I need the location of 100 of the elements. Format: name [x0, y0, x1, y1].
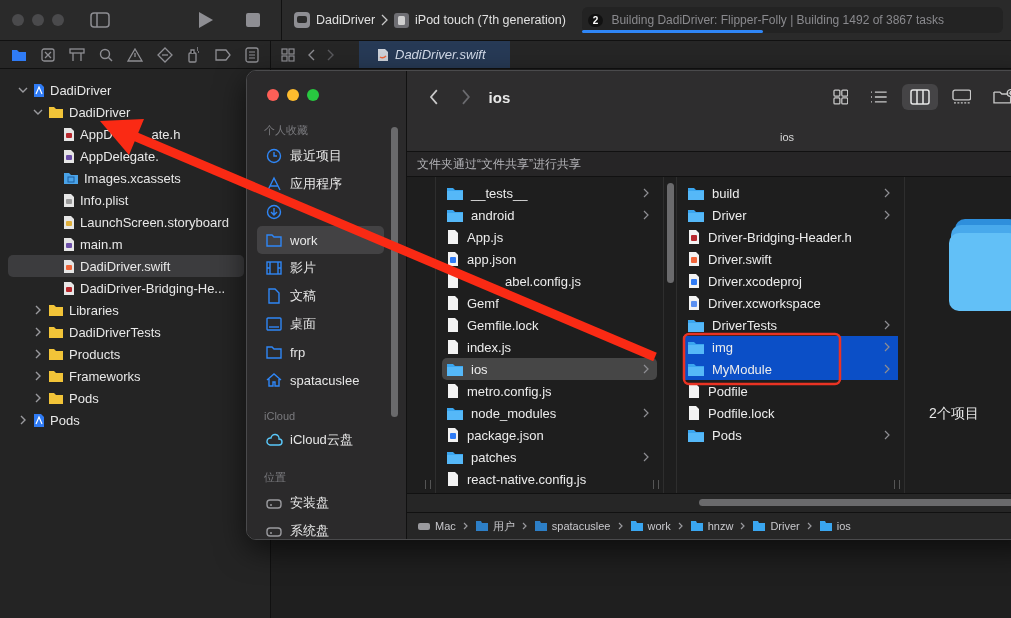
column-resize-handle[interactable]	[653, 480, 659, 489]
file-icon	[63, 280, 75, 296]
file-item[interactable]: Driver.xcworkspace	[683, 292, 898, 314]
file-item[interactable]: MyModule	[683, 358, 898, 380]
gallery-view-icon[interactable]	[951, 89, 972, 105]
file-item[interactable]: abel.config.js	[442, 270, 657, 292]
hierarchy-icon[interactable]	[69, 47, 85, 62]
path-item[interactable]: 用户	[474, 518, 515, 534]
navigator-item[interactable]: LaunchScreen.storyboard	[8, 211, 244, 233]
file-item[interactable]: Driver.xcodeproj	[683, 270, 898, 292]
file-item[interactable]: index.js	[442, 336, 657, 358]
path-item[interactable]: Mac	[417, 520, 456, 532]
sidebar-item[interactable]: 系统盘	[257, 517, 384, 539]
file-item[interactable]: Gemfile.lock	[442, 314, 657, 336]
file-item[interactable]: App.js	[442, 226, 657, 248]
scrollbar[interactable]	[667, 183, 674, 283]
disclosure-chevron-icon[interactable]	[19, 415, 27, 425]
file-item[interactable]: img	[683, 336, 898, 358]
file-item[interactable]: build	[683, 182, 898, 204]
file-item[interactable]: react-native.config.js	[442, 468, 657, 490]
sidebar-item[interactable]: 文稿	[257, 282, 384, 310]
file-item[interactable]: Podfile.lock	[683, 402, 898, 424]
square-x-icon[interactable]	[41, 47, 55, 62]
path-item[interactable]: ios	[818, 520, 851, 532]
navigator-item[interactable]: Products	[8, 343, 244, 365]
disclosure-chevron-icon[interactable]	[34, 371, 42, 381]
file-item[interactable]: ios	[442, 358, 657, 380]
device-selector[interactable]: iPod touch (7th generation)	[415, 13, 566, 27]
new-folder-icon[interactable]	[993, 89, 1011, 105]
path-item[interactable]: work	[629, 520, 671, 532]
sidebar-item[interactable]: 影片	[257, 254, 384, 282]
run-icon[interactable]	[198, 11, 214, 29]
column-view-button[interactable]	[901, 84, 938, 110]
sidebar-item[interactable]: 桌面	[257, 310, 384, 338]
back-icon[interactable]	[429, 89, 439, 105]
file-item[interactable]: patches	[442, 446, 657, 468]
file-item[interactable]: android	[442, 204, 657, 226]
folder-icon[interactable]	[11, 47, 27, 62]
path-item[interactable]: spatacuslee	[533, 520, 611, 532]
file-item[interactable]: Podfile	[683, 380, 898, 402]
warning-icon[interactable]	[127, 47, 143, 62]
file-item[interactable]: app.json	[442, 248, 657, 270]
navigator-item[interactable]: AppD ate.h	[8, 123, 244, 145]
scrollbar[interactable]	[699, 499, 1011, 506]
navigator-item[interactable]: Frameworks	[8, 365, 244, 387]
navigator-item[interactable]: DadiDriver	[8, 101, 244, 123]
list-icon[interactable]	[245, 46, 259, 63]
disclosure-chevron-icon[interactable]	[34, 349, 42, 359]
navigator-item[interactable]: DadiDriverTests	[8, 321, 244, 343]
file-item[interactable]: __tests__	[442, 182, 657, 204]
sidebar-toggle-icon[interactable]	[90, 12, 110, 28]
icon-view-icon[interactable]	[832, 89, 849, 105]
file-item[interactable]: Driver.swift	[683, 248, 898, 270]
column-resize-handle[interactable]	[894, 480, 900, 489]
file-item[interactable]: metro.config.js	[442, 380, 657, 402]
navigator-item[interactable]: DadiDriver.swift	[8, 255, 244, 277]
tag-icon[interactable]	[215, 48, 231, 61]
minimize-button[interactable]	[287, 89, 299, 101]
grid-icon[interactable]	[281, 47, 295, 62]
navigator-item[interactable]: DadiDriver	[8, 79, 244, 101]
file-item[interactable]: Gemf	[442, 292, 657, 314]
navigator-item[interactable]: Pods	[8, 387, 244, 409]
sidebar-item[interactable]: frp	[257, 338, 384, 366]
path-item[interactable]: hnzw	[689, 520, 734, 532]
disclosure-chevron-icon[interactable]	[33, 108, 43, 116]
navigator-item[interactable]: main.m	[8, 233, 244, 255]
zoom-button[interactable]	[307, 89, 319, 101]
sidebar-item[interactable]: spatacuslee	[257, 366, 384, 394]
forward-icon[interactable]	[460, 89, 471, 105]
disclosure-chevron-icon[interactable]	[34, 305, 42, 315]
navigator-item[interactable]: Info.plist	[8, 189, 244, 211]
back-icon[interactable]	[307, 48, 315, 61]
sidebar-item[interactable]: 应用程序	[257, 170, 384, 198]
scrollbar[interactable]	[391, 127, 398, 417]
column-resize-handle[interactable]	[425, 480, 431, 489]
navigator-item[interactable]: Libraries	[8, 299, 244, 321]
disclosure-chevron-icon[interactable]	[18, 86, 28, 94]
file-item[interactable]: Driver-Bridging-Header.h	[683, 226, 898, 248]
spray-icon[interactable]	[187, 46, 201, 63]
diamond-icon[interactable]	[157, 46, 173, 63]
file-item[interactable]: Pods	[683, 424, 898, 446]
list-view-icon[interactable]	[870, 90, 888, 104]
navigator-item[interactable]: AppDelegate.	[8, 145, 244, 167]
file-item[interactable]: DriverTests	[683, 314, 898, 336]
close-button[interactable]	[267, 89, 279, 101]
file-item[interactable]: Driver	[683, 204, 898, 226]
navigator-item[interactable]: Pods	[8, 409, 244, 431]
search-icon[interactable]	[99, 47, 113, 62]
sidebar-item[interactable]: 最近项目	[257, 142, 384, 170]
navigator-item[interactable]: Images.xcassets	[8, 167, 244, 189]
file-item[interactable]: node_modules	[442, 402, 657, 424]
disclosure-chevron-icon[interactable]	[34, 327, 42, 337]
file-item[interactable]: package.json	[442, 424, 657, 446]
sidebar-item[interactable]: 安装盘	[257, 489, 384, 517]
editor-tab[interactable]: DadiDriver.swift	[359, 41, 510, 68]
sidebar-item[interactable]: iCloud云盘	[257, 426, 384, 454]
scheme-selector[interactable]: DadiDriver	[316, 13, 376, 27]
path-item[interactable]: Driver	[752, 520, 800, 532]
disclosure-chevron-icon[interactable]	[34, 393, 42, 403]
navigator-item[interactable]: DadiDriver-Bridging-He...	[8, 277, 244, 299]
